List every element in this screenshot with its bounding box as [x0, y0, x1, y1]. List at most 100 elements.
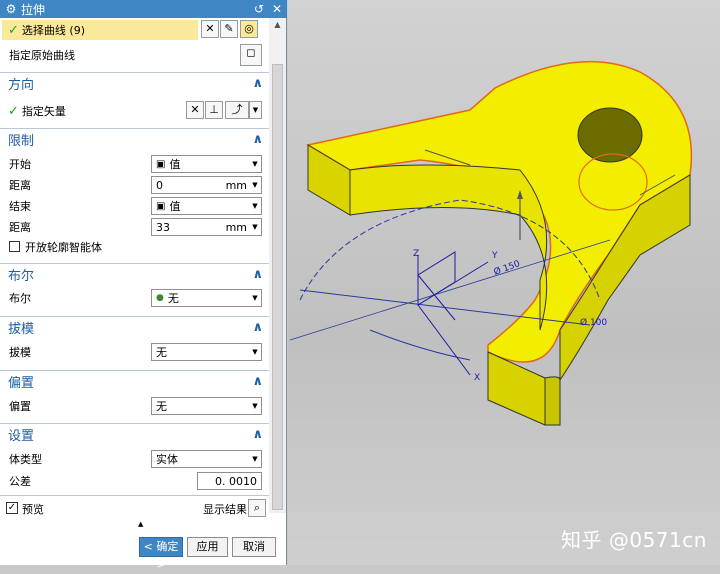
offset-select[interactable]: 无 ▼ — [151, 397, 262, 415]
distance2-value: 33 — [156, 220, 170, 234]
distance2-row: 距离 33 mm ▼ — [0, 217, 269, 237]
distance1-label: 距离 — [9, 179, 31, 192]
offset-label: 偏置 — [9, 400, 31, 413]
reset-icon[interactable]: ↺ — [251, 2, 267, 16]
divider — [0, 495, 269, 496]
section-settings[interactable]: 设置 ∧ — [0, 423, 269, 445]
chevron-down-icon: ▼ — [252, 202, 258, 210]
draft-label: 拔模 — [9, 346, 31, 359]
axis-x-label: X — [474, 373, 480, 383]
chevron-down-icon: ▼ — [252, 160, 258, 168]
end-value: 值 — [169, 200, 181, 213]
draft-select[interactable]: 无 ▼ — [151, 343, 262, 361]
preview-row: ✓ 预览 显示结果 ⌕ — [0, 499, 269, 519]
select-curve-label: 选择曲线 (9) — [21, 24, 85, 37]
boolean-value: 无 — [167, 292, 179, 305]
close-icon[interactable]: ✕ — [269, 2, 285, 16]
chevron-down-icon: ▼ — [252, 294, 258, 302]
axis-y-label: Y — [491, 251, 498, 261]
collapse-icon[interactable]: ∧ — [252, 267, 263, 282]
vector-dialog-icon[interactable]: ⊥ — [205, 101, 223, 119]
end-label: 结束 — [9, 200, 31, 213]
distance2-unit: mm — [225, 220, 247, 234]
ok-button[interactable]: < 确定 > — [139, 537, 183, 571]
collapse-icon[interactable]: ∧ — [252, 320, 263, 335]
collapse-icon[interactable]: ∧ — [252, 427, 263, 442]
section-offset[interactable]: 偏置 ∧ — [0, 370, 269, 392]
part-side-face-front — [487, 351, 546, 426]
tolerance-value: 0. 0010 — [215, 474, 257, 488]
original-curve-row[interactable]: 指定原始曲线 ◻ — [0, 44, 269, 66]
vector-dropdown-icon[interactable]: ▼ — [249, 101, 262, 119]
section-limits-title: 限制 — [8, 134, 35, 149]
select-curve-row[interactable]: ✓ 选择曲线 (9) ✕ ✎ ◎ — [0, 20, 269, 42]
distance1-value: 0 — [156, 178, 163, 192]
chevron-down-icon: ▼ — [252, 402, 258, 410]
distance1-input[interactable]: 0 mm ▼ — [151, 176, 262, 194]
end-row: 结束 ▣ 值 ▼ — [0, 196, 269, 216]
section-draft[interactable]: 拔模 ∧ — [0, 316, 269, 338]
open-profile-row[interactable]: 开放轮廓智能体 — [0, 238, 269, 256]
boolean-none-icon: ● — [156, 293, 164, 303]
boolean-label: 布尔 — [9, 292, 31, 305]
scroll-up-icon[interactable]: ▲ — [269, 18, 286, 32]
chevron-down-icon: ▼ — [252, 223, 258, 231]
preview-checkbox[interactable]: ✓ — [6, 502, 18, 514]
chevron-down-icon: ▼ — [252, 348, 258, 356]
section-settings-title: 设置 — [8, 429, 35, 444]
tolerance-row: 公差 0. 0010 — [0, 471, 269, 491]
check-icon: ✓ — [8, 22, 19, 38]
open-profile-checkbox[interactable] — [9, 241, 20, 252]
tolerance-label: 公差 — [9, 475, 31, 488]
sketch-icon[interactable]: ✎ — [220, 20, 238, 38]
specify-vector-label: 指定矢量 — [21, 105, 66, 118]
cube-icon: ▣ — [156, 200, 166, 212]
model-view: Z Y X Ø 150 Ø 100 — [289, 60, 693, 426]
section-limits[interactable]: 限制 ∧ — [0, 128, 269, 150]
specify-vector-row[interactable]: ✓ 指定矢量 ✕ ⊥ ⤴ ▼ — [0, 100, 269, 122]
deselect-icon[interactable]: ✕ — [201, 20, 219, 38]
original-curve-icon[interactable]: ◻ — [240, 44, 262, 66]
show-result-label: 显示结果 — [203, 503, 247, 516]
offset-value: 无 — [156, 400, 167, 413]
cancel-button[interactable]: 取消 — [232, 537, 276, 557]
offset-row: 偏置 无 ▼ — [0, 396, 269, 416]
vector-type-icon[interactable]: ⤴ — [225, 101, 249, 119]
section-direction[interactable]: 方向 ∧ — [0, 72, 269, 94]
scrollbar[interactable]: ▲ — [269, 18, 286, 513]
original-curve-label: 指定原始曲线 — [9, 49, 75, 62]
check-icon: ✓ — [8, 103, 19, 119]
collapse-icon[interactable]: ∧ — [252, 374, 263, 389]
graphics-viewport[interactable]: Z Y X Ø 150 Ø 100 知乎 @0571cn — [288, 0, 720, 565]
collapse-icon[interactable]: ∧ — [252, 76, 263, 91]
section-boolean-title: 布尔 — [8, 269, 35, 284]
gear-icon[interactable]: ⚙ — [3, 2, 19, 16]
tolerance-input[interactable]: 0. 0010 — [197, 472, 262, 490]
start-label: 开始 — [9, 158, 31, 171]
watermark: 知乎 @0571cn — [561, 528, 707, 552]
body-type-value: 实体 — [156, 453, 178, 466]
dim-150-label: Ø 150 — [492, 258, 522, 278]
dialog-titlebar[interactable]: ⚙ 拉伸 ↺ ✕ — [0, 0, 287, 18]
start-select[interactable]: ▣ 值 ▼ — [151, 155, 262, 173]
body-type-label: 体类型 — [9, 453, 42, 466]
body-type-select[interactable]: 实体 ▼ — [151, 450, 262, 468]
reverse-vector-icon[interactable]: ✕ — [186, 101, 204, 119]
distance2-input[interactable]: 33 mm ▼ — [151, 218, 262, 236]
collapse-icon[interactable]: ∧ — [252, 132, 263, 147]
preview-label: 预览 — [22, 503, 44, 516]
collapse-arrow-icon[interactable]: ▲ — [138, 520, 143, 528]
part-side-face-front2 — [544, 376, 561, 426]
end-select[interactable]: ▣ 值 ▼ — [151, 197, 262, 215]
scrollbar-thumb[interactable] — [272, 64, 283, 510]
magnifier-icon[interactable]: ⌕ — [248, 499, 266, 517]
curve-select-icon[interactable]: ◎ — [240, 20, 258, 38]
apply-button[interactable]: 应用 — [187, 537, 228, 557]
draft-value: 无 — [156, 346, 167, 359]
dim-100-label: Ø 100 — [580, 317, 607, 328]
distance2-label: 距离 — [9, 221, 31, 234]
boolean-select[interactable]: ● 无 ▼ — [151, 289, 262, 307]
section-boolean[interactable]: 布尔 ∧ — [0, 263, 269, 285]
draft-row: 拔模 无 ▼ — [0, 342, 269, 362]
start-value: 值 — [169, 158, 181, 171]
